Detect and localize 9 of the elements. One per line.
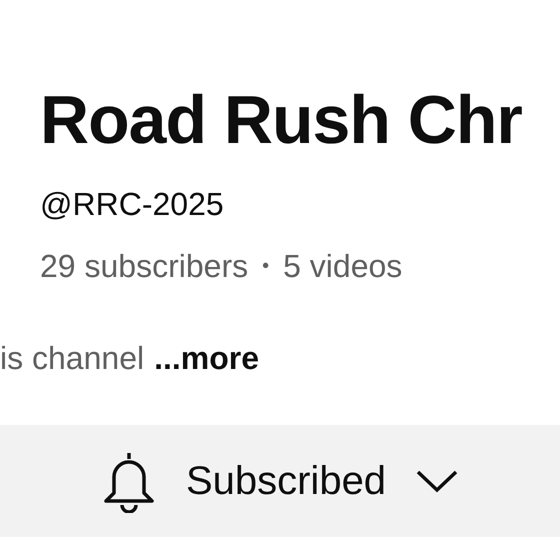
channel-stat: 29 subscribers bbox=[40, 247, 248, 286]
separator-dot: • bbox=[262, 254, 270, 279]
channel-title: Road Rush Chr bbox=[40, 82, 522, 158]
subscribed-button[interactable]: Subscribed bbox=[0, 425, 560, 537]
channel-description: is channel bbox=[0, 339, 144, 378]
channel-handle: @RRC-2025 bbox=[40, 185, 224, 224]
more-link[interactable]: ...more bbox=[154, 338, 260, 378]
chevron-down-icon bbox=[416, 469, 458, 493]
channel-stat: 5 videos bbox=[283, 247, 402, 286]
